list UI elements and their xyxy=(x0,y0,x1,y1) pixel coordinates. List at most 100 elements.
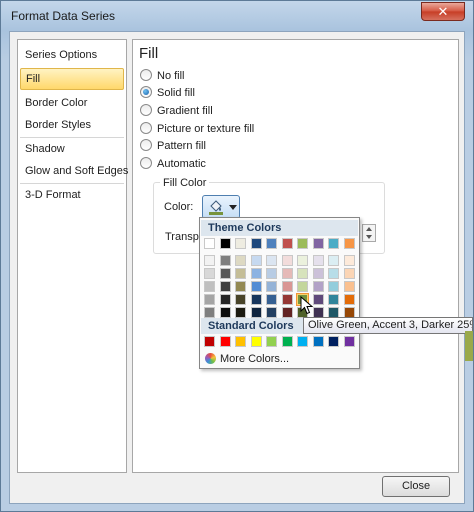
radio-circle[interactable] xyxy=(140,139,152,151)
panel-title: Fill xyxy=(139,45,159,62)
theme-color-swatch[interactable] xyxy=(219,238,231,249)
standard-color-swatch[interactable] xyxy=(266,336,277,347)
theme-color-swatch[interactable] xyxy=(312,294,324,305)
standard-color-swatch[interactable] xyxy=(235,336,246,347)
theme-color-swatch[interactable] xyxy=(328,268,339,279)
theme-color-swatch[interactable] xyxy=(266,238,277,249)
theme-color-swatch[interactable] xyxy=(281,255,293,266)
theme-color-swatch[interactable] xyxy=(266,294,277,305)
theme-color-swatch[interactable] xyxy=(328,281,339,292)
radio-no-fill[interactable]: No fill xyxy=(140,68,185,84)
theme-color-swatch[interactable] xyxy=(204,281,215,292)
theme-color-swatch[interactable] xyxy=(250,238,262,249)
transparency-spinner[interactable] xyxy=(362,224,376,242)
theme-color-swatch[interactable] xyxy=(235,294,246,305)
color-label: Color: xyxy=(164,201,194,213)
radio-circle[interactable] xyxy=(140,157,152,169)
radio-pattern-fill[interactable]: Pattern fill xyxy=(140,138,206,154)
theme-color-swatch[interactable] xyxy=(297,238,308,249)
radio-solid-fill[interactable]: Solid fill xyxy=(140,85,195,101)
standard-color-swatch[interactable] xyxy=(312,336,324,347)
standard-color-swatch[interactable] xyxy=(297,336,308,347)
radio-automatic[interactable]: Automatic xyxy=(140,156,206,172)
theme-color-swatch[interactable] xyxy=(219,281,231,292)
standard-color-swatch[interactable] xyxy=(281,336,293,347)
radio-label: Gradient fill xyxy=(157,105,213,117)
theme-color-swatch[interactable] xyxy=(281,281,293,292)
theme-color-swatch[interactable] xyxy=(235,268,246,279)
standard-color-swatch[interactable] xyxy=(343,336,355,347)
theme-color-swatch[interactable] xyxy=(281,238,293,249)
theme-color-swatch[interactable] xyxy=(235,255,246,266)
theme-color-swatch[interactable] xyxy=(204,255,215,266)
nav-item-border-styles[interactable]: Border Styles xyxy=(20,114,124,136)
nav-item-glow-soft-edges[interactable]: Glow and Soft Edges xyxy=(20,160,128,182)
theme-color-swatch[interactable] xyxy=(343,281,355,292)
theme-color-swatch[interactable] xyxy=(250,281,262,292)
theme-color-swatch[interactable] xyxy=(281,294,293,305)
theme-color-swatch[interactable] xyxy=(343,294,355,305)
standard-color-swatch[interactable] xyxy=(328,336,339,347)
theme-color-swatch[interactable] xyxy=(312,255,324,266)
theme-color-swatch[interactable] xyxy=(204,307,215,318)
theme-color-swatch[interactable] xyxy=(204,294,215,305)
theme-color-swatch[interactable] xyxy=(250,255,262,266)
background-chart-strip xyxy=(465,331,473,361)
theme-color-swatch[interactable] xyxy=(219,255,231,266)
standard-color-swatch[interactable] xyxy=(204,336,215,347)
radio-circle[interactable] xyxy=(140,86,152,98)
theme-color-swatch[interactable] xyxy=(250,268,262,279)
theme-color-swatch[interactable] xyxy=(266,255,277,266)
theme-color-swatch[interactable] xyxy=(204,268,215,279)
color-palette-popup: Theme Colors Standard Colors More Colors… xyxy=(199,217,360,369)
radio-label: Solid fill xyxy=(157,87,195,99)
theme-color-swatch[interactable] xyxy=(297,255,308,266)
radio-picture-texture-fill[interactable]: Picture or texture fill xyxy=(140,121,254,137)
theme-color-swatch[interactable] xyxy=(343,255,355,266)
theme-color-swatch[interactable] xyxy=(235,238,246,249)
theme-color-swatch[interactable] xyxy=(266,281,277,292)
theme-color-swatch[interactable] xyxy=(266,268,277,279)
theme-color-swatch[interactable] xyxy=(250,307,262,318)
theme-color-swatch[interactable] xyxy=(235,307,246,318)
window-close-icon[interactable]: ✕ xyxy=(421,2,465,21)
title-bar[interactable]: Format Data Series ✕ xyxy=(1,1,473,31)
theme-color-swatch[interactable] xyxy=(343,238,355,249)
theme-color-swatch[interactable] xyxy=(266,307,277,318)
theme-color-swatch[interactable] xyxy=(204,238,215,249)
radio-circle[interactable] xyxy=(140,122,152,134)
radio-label: No fill xyxy=(157,70,185,82)
nav-item-border-color[interactable]: Border Color xyxy=(20,92,124,114)
theme-color-swatch[interactable] xyxy=(250,294,262,305)
theme-color-swatch[interactable] xyxy=(343,268,355,279)
close-button[interactable]: Close xyxy=(382,476,450,497)
theme-color-swatch[interactable] xyxy=(219,294,231,305)
nav-item-fill[interactable]: Fill xyxy=(20,68,124,90)
theme-color-swatch[interactable] xyxy=(219,268,231,279)
chevron-down-icon xyxy=(229,205,237,210)
theme-color-swatch[interactable] xyxy=(219,307,231,318)
theme-color-swatch[interactable] xyxy=(281,268,293,279)
theme-color-swatch[interactable] xyxy=(297,281,308,292)
theme-color-swatch[interactable] xyxy=(235,281,246,292)
mouse-pointer-icon xyxy=(300,296,314,315)
more-colors-item[interactable]: More Colors... xyxy=(205,352,289,366)
standard-color-swatch[interactable] xyxy=(250,336,262,347)
nav-item-series-options[interactable]: Series Options xyxy=(20,44,124,66)
color-picker-button[interactable] xyxy=(202,195,240,219)
radio-circle[interactable] xyxy=(140,69,152,81)
radio-circle[interactable] xyxy=(140,104,152,116)
theme-color-swatch[interactable] xyxy=(328,238,339,249)
radio-gradient-fill[interactable]: Gradient fill xyxy=(140,103,213,119)
theme-color-swatch[interactable] xyxy=(328,255,339,266)
standard-color-swatch[interactable] xyxy=(219,336,231,347)
theme-color-swatch[interactable] xyxy=(312,238,324,249)
theme-colors-header: Theme Colors xyxy=(201,220,358,236)
theme-color-swatch[interactable] xyxy=(312,281,324,292)
theme-color-swatch[interactable] xyxy=(297,268,308,279)
theme-color-swatch[interactable] xyxy=(328,294,339,305)
theme-color-swatch[interactable] xyxy=(312,268,324,279)
theme-color-swatch[interactable] xyxy=(281,307,293,318)
nav-item-shadow[interactable]: Shadow xyxy=(20,138,124,160)
nav-item-3d-format[interactable]: 3-D Format xyxy=(20,184,124,206)
